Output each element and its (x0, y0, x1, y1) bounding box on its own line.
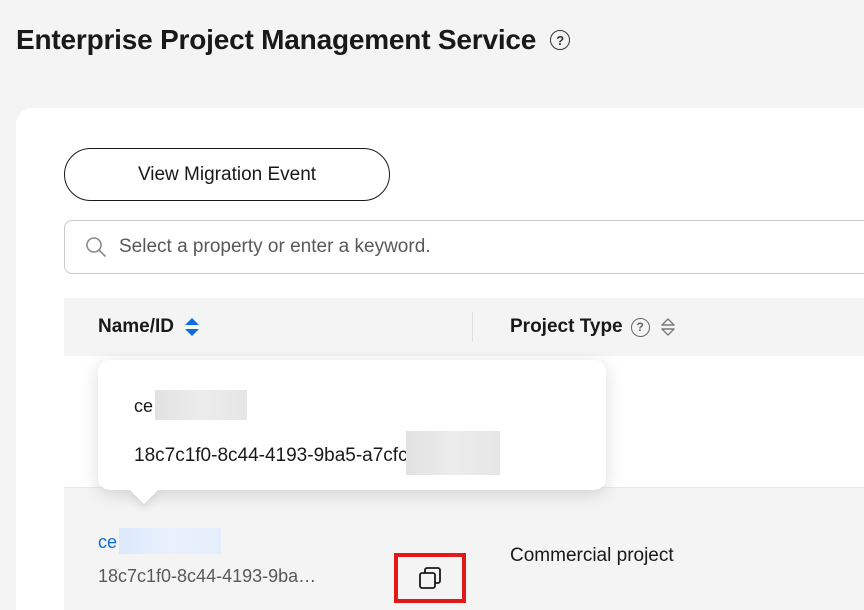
column-header-label: Project Type (510, 316, 623, 337)
sort-icon[interactable] (184, 316, 200, 338)
search-box[interactable] (64, 220, 864, 274)
view-migration-event-button[interactable]: View Migration Event (64, 148, 390, 201)
sort-icon[interactable] (660, 316, 676, 338)
project-name[interactable]: ce (98, 532, 117, 552)
column-header-project-type[interactable]: Project Type ? (510, 316, 676, 338)
project-name-link[interactable]: ce (98, 528, 222, 554)
redaction-blur (119, 528, 222, 554)
project-type-cell: Commercial project (510, 545, 674, 566)
table-row[interactable]: ce 18c7c1f0-8c44-4193-9ba… Commercial pr… (64, 488, 864, 610)
tooltip-name: ce (134, 390, 248, 420)
copy-icon (419, 567, 441, 589)
content-card: View Migration Event Name/ID Project Typ… (16, 108, 864, 610)
column-header-name-id[interactable]: Name/ID (98, 316, 200, 338)
help-icon[interactable]: ? (550, 30, 571, 50)
page-title: Enterprise Project Management Service ? (16, 24, 571, 56)
column-divider[interactable] (472, 312, 473, 342)
copy-button[interactable] (394, 553, 466, 603)
table-header: Name/ID Project Type ? (64, 298, 864, 356)
redaction-blur (405, 431, 500, 475)
search-input[interactable] (119, 236, 819, 258)
tooltip-id-text: 18c7c1f0-8c44-4193-9ba5-a7cfc (134, 445, 408, 466)
redaction-blur (155, 390, 248, 420)
search-icon (86, 237, 106, 257)
help-icon[interactable]: ? (630, 317, 650, 337)
project-id: 18c7c1f0-8c44-4193-9ba… (98, 566, 317, 586)
column-header-label: Name/ID (98, 316, 175, 337)
page-title-text: Enterprise Project Management Service (16, 24, 537, 55)
name-id-tooltip: ce 18c7c1f0-8c44-4193-9ba5-a7cfc (98, 360, 606, 505)
tooltip-name-text: ce (134, 396, 154, 416)
tooltip-id: 18c7c1f0-8c44-4193-9ba5-a7cfc (134, 431, 500, 475)
